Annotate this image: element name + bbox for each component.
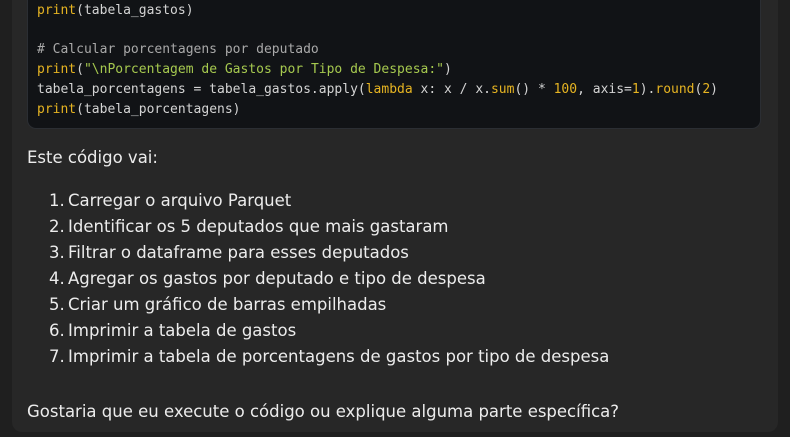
code-token: ) [444,62,452,77]
list-number: 1. [49,191,65,210]
code-token: (tabela_gastos) [76,3,194,18]
list-text: Identificar os 5 deputados que mais gast… [68,217,449,236]
code-comment: # Calcular porcentagens por deputado [37,42,319,57]
code-token: () * [514,82,554,97]
list-item: 1. Carregar o arquivo Parquet [49,188,609,214]
list-number: 6. [49,321,65,340]
list-number: 5. [49,295,65,314]
code-number: 2 [702,82,711,97]
code-token: print [37,62,77,77]
code-token: round [655,82,695,97]
list-item: 6. Imprimir a tabela de gastos [49,318,609,344]
code-string: "\nPorcentagem de Gastos por Tipo de Des… [83,62,444,77]
code-token: print [37,102,77,117]
list-text: Filtrar o dataframe para esses deputados [68,243,409,262]
code-line-1: print(tabela_gastos) [37,2,194,20]
code-line-2: # Calcular porcentagens por deputado [37,41,319,59]
code-line-5: print(tabela_porcentagens) [37,101,241,119]
list-number: 2. [49,217,65,236]
code-number: 100 [553,82,578,97]
code-line-4: tabela_porcentagens = tabela_gastos.appl… [37,81,718,99]
intro-text: Este código vai: [27,148,158,167]
list-text: Imprimir a tabela de gastos [68,321,297,340]
list-text: Criar um gráfico de barras empilhadas [68,295,387,314]
code-token: ( [76,62,84,77]
closing-text: Gostaria que eu execute o código ou expl… [27,402,620,421]
code-number: 1 [631,82,640,97]
steps-list: 1. Carregar o arquivo Parquet 2. Identific… [49,188,609,370]
code-token: , axis= [577,82,632,97]
list-item: 3. Filtrar o dataframe para esses deputad… [49,240,609,266]
list-item: 7. Imprimir a tabela de porcentagens de g… [49,344,609,370]
list-text: Imprimir a tabela de porcentagens de gas… [68,347,610,366]
code-token: print [37,3,77,18]
code-token: tabela_porcentagens = tabela_gastos.appl… [37,82,366,97]
code-token: x: x / x. [412,82,491,97]
list-number: 3. [49,243,65,262]
list-text: Carregar o arquivo Parquet [68,191,292,210]
list-number: 7. [49,347,65,366]
list-item: 5. Criar um gráfico de barras empilhadas [49,292,609,318]
code-block: print(tabela_gastos) # Calcular porcenta… [27,0,761,129]
list-item: 4. Agregar os gastos por deputado e tipo … [49,266,609,292]
code-keyword: lambda [365,82,413,97]
list-number: 4. [49,269,65,288]
code-token: ) [710,82,718,97]
list-item: 2. Identificar os 5 deputados que mais ga… [49,214,609,240]
list-text: Agregar os gastos por deputado e tipo de… [68,269,486,288]
code-token: (tabela_porcentagens) [76,102,241,117]
code-token: sum [490,82,515,97]
code-line-3: print("\nPorcentagem de Gastos por Tipo … [37,61,452,79]
code-token: ). [639,82,656,97]
assistant-message: print(tabela_gastos) # Calcular porcenta… [12,0,778,432]
